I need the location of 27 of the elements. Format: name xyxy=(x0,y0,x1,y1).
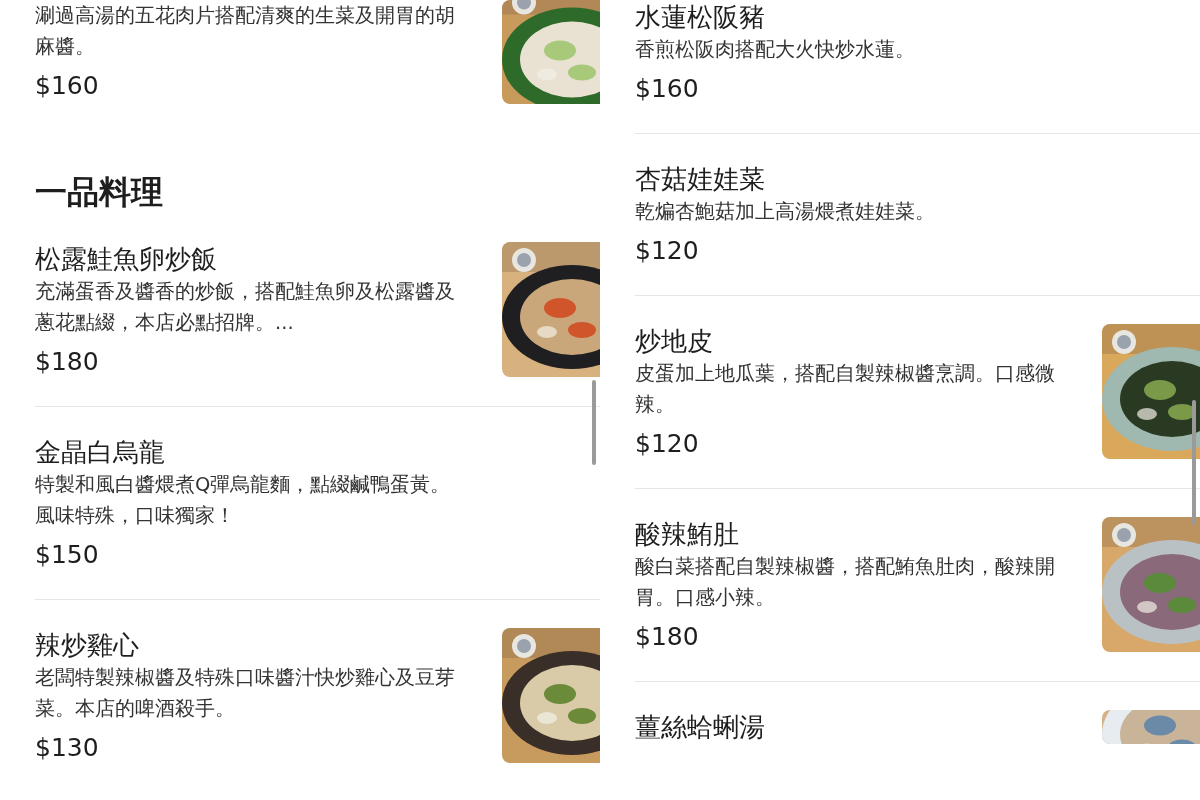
dish-name: 水蓮松阪豬 xyxy=(635,1,766,34)
dish-price: $130 xyxy=(35,732,100,764)
dish-name: 薑絲蛤蜊湯 xyxy=(635,711,766,744)
scrollbar[interactable] xyxy=(592,380,596,465)
dish-price: $180 xyxy=(635,621,700,653)
dish-description: 老闆特製辣椒醬及特殊口味醬汁快炒雞心及豆芽 菜。本店的啤酒殺手。 xyxy=(35,665,456,722)
dish-description: 充滿蛋香及醬香的炒飯，搭配鮭魚卵及松露醬及 蔥花點綴，本店必點招牌。... xyxy=(35,279,456,336)
dish-description: 香煎松阪肉搭配大火快炒水蓮。 xyxy=(635,37,916,63)
dish-name: 炒地皮 xyxy=(635,325,714,358)
dish-name: 酸辣鮪肚 xyxy=(635,518,740,551)
dish-price: $150 xyxy=(35,539,100,571)
dish-price: $120 xyxy=(635,428,700,460)
dish-price: $180 xyxy=(35,346,100,378)
dish-description: 乾煸杏鮑菇加上高湯煨煮娃娃菜。 xyxy=(635,199,936,225)
section-heading: 一品料理 xyxy=(35,172,164,213)
dish-name: 辣炒雞心 xyxy=(35,629,140,662)
dish-price: $120 xyxy=(635,235,700,267)
dish-description: 特製和風白醬煨煮Q彈烏龍麵，點綴鹹鴨蛋黃。 風味特殊，口味獨家！ xyxy=(35,472,452,529)
dish-name: 杏菇娃娃菜 xyxy=(635,163,766,196)
scrollbar[interactable] xyxy=(1192,400,1196,525)
dish-description: 酸白菜搭配自製辣椒醬，搭配鮪魚肚肉，酸辣開 胃。口感小辣。 xyxy=(635,554,1056,611)
dish-price: $160 xyxy=(35,70,100,102)
dish-price: $160 xyxy=(635,73,700,105)
dish-name: 金晶白烏龍 xyxy=(35,436,166,469)
dish-description: 皮蛋加上地瓜葉，搭配自製辣椒醬烹調。口感微 辣。 xyxy=(635,361,1056,418)
dish-name: 松露鮭魚卵炒飯 xyxy=(35,243,218,276)
dish-description: 涮過高湯的五花肉片搭配清爽的生菜及開胃的胡 麻醬。 xyxy=(35,3,456,60)
